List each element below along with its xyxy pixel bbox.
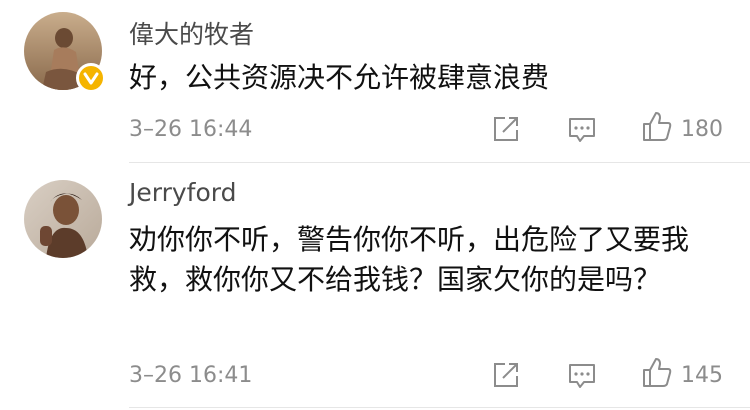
verified-badge-icon xyxy=(76,63,106,93)
comment-username[interactable]: 偉大的牧者 xyxy=(129,15,254,51)
comment-timestamp: 3–26 16:41 xyxy=(129,363,253,388)
like-count: 180 xyxy=(681,117,723,142)
comment-item: Jerryford 劝你你不听，警告你你不听，出危险了又要我救，救你你又不给我钱… xyxy=(0,163,750,410)
like-icon[interactable] xyxy=(640,356,674,390)
comment-username[interactable]: Jerryford xyxy=(129,178,236,207)
repost-icon[interactable] xyxy=(489,358,523,392)
user-avatar[interactable] xyxy=(24,180,102,258)
comment-text: 好，公共资源决不允许被肆意浪费 xyxy=(129,61,550,94)
divider xyxy=(129,407,750,408)
reply-icon[interactable] xyxy=(565,358,599,392)
comment-timestamp: 3–26 16:44 xyxy=(129,117,253,142)
like-icon[interactable] xyxy=(640,110,674,144)
comment-text: 劝你你不听，警告你你不听，出危险了又要我救，救你你又不给我钱？国家欠你的是吗？ xyxy=(129,223,690,296)
comment-item: 偉大的牧者 好，公共资源决不允许被肆意浪费 3–26 16:44 180 xyxy=(0,0,750,163)
like-count: 145 xyxy=(681,363,723,388)
repost-icon[interactable] xyxy=(489,112,523,146)
reply-icon[interactable] xyxy=(565,112,599,146)
